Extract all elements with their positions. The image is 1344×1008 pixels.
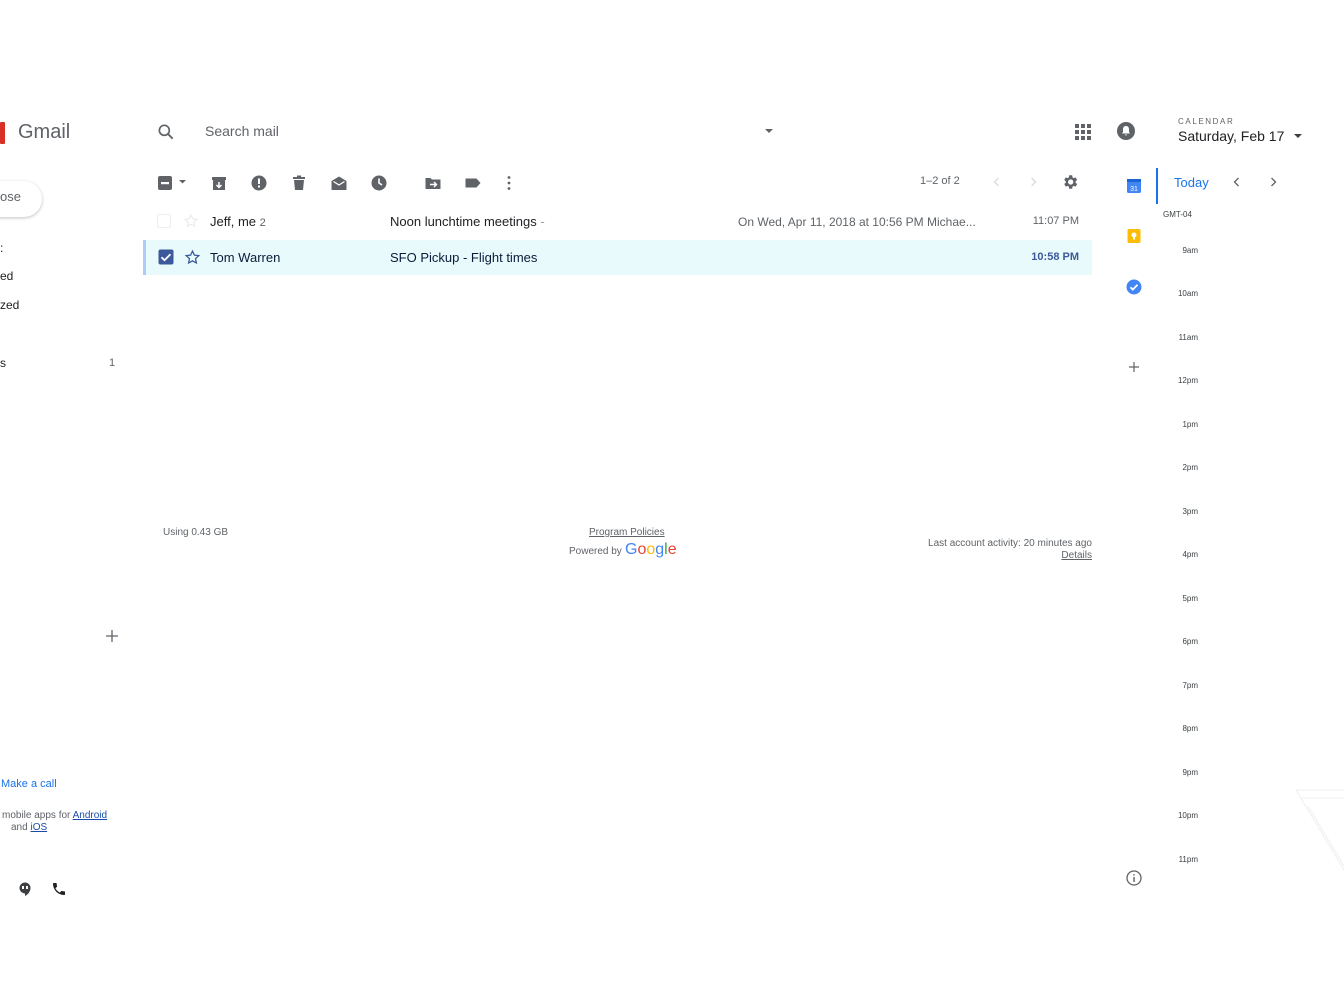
hour-label: 9am <box>1182 246 1198 255</box>
program-policies-link[interactable]: Program Policies <box>589 527 665 538</box>
email-row-2[interactable]: Tom Warren SFO Pickup - Flight times 10:… <box>143 240 1092 275</box>
email-row-1[interactable]: Jeff, me 2 Noon lunchtime meetings - On … <box>143 204 1092 239</box>
hour-label: 10am <box>1177 289 1198 298</box>
sender-name: Jeff, me 2 <box>210 214 266 229</box>
calendar-caption: CALENDAR <box>1178 117 1235 126</box>
apps-grid-icon[interactable] <box>1073 122 1093 142</box>
search-icon[interactable] <box>156 122 176 142</box>
mobile-apps-prefix: mobile apps for <box>2 810 71 821</box>
details-link[interactable]: Details <box>1032 550 1092 561</box>
sender-name: Tom Warren <box>210 250 281 265</box>
delete-icon[interactable] <box>290 174 308 192</box>
hour-label: 2pm <box>1182 463 1198 472</box>
subject-separator: - <box>459 250 471 265</box>
svg-text:31: 31 <box>1130 186 1138 193</box>
sender-names: Jeff, me <box>210 214 257 229</box>
google-letter: g <box>655 541 665 558</box>
email-time: 11:07 PM <box>1032 215 1079 227</box>
mark-as-read-icon[interactable] <box>330 174 348 192</box>
email-time: 10:58 PM <box>1031 251 1079 263</box>
hour-label: 11pm <box>1178 855 1198 864</box>
last-activity-text: Last account activity: 20 minutes ago <box>928 538 1092 549</box>
today-button[interactable]: Today <box>1174 175 1209 190</box>
search-input[interactable]: Search mail <box>205 123 279 139</box>
gmail-logo-text[interactable]: Gmail <box>18 121 70 144</box>
snooze-icon[interactable] <box>370 174 388 192</box>
google-logo: Google <box>625 541 677 559</box>
google-letter: e <box>667 541 677 558</box>
active-panel-indicator <box>1156 168 1158 204</box>
label-icon[interactable] <box>464 174 482 192</box>
subject-text: Noon lunchtime meetings <box>390 214 537 229</box>
ios-link[interactable]: iOS <box>30 822 47 833</box>
pagination-text: 1–2 of 2 <box>920 175 960 187</box>
google-letter: G <box>625 541 638 558</box>
google-letter: o <box>646 541 656 558</box>
previous-day-icon[interactable] <box>1231 176 1243 188</box>
star-icon[interactable] <box>184 249 201 266</box>
keep-icon[interactable] <box>1126 228 1142 244</box>
sidebar-item-4[interactable]: s <box>0 356 6 370</box>
row-checkbox-checked[interactable] <box>158 249 174 265</box>
move-to-icon[interactable] <box>424 174 442 192</box>
gmail-logo-mark[interactable] <box>0 122 5 144</box>
star-icon[interactable] <box>183 213 199 229</box>
mobile-apps-and: and <box>11 822 28 833</box>
hour-label: 10pm <box>1177 811 1198 820</box>
hour-label: 8pm <box>1182 724 1198 733</box>
timezone-label: GMT-04 <box>1163 210 1192 219</box>
mobile-apps-text: mobile apps for Android <box>2 810 107 822</box>
report-spam-icon[interactable] <box>250 174 268 192</box>
calendar-date-dropdown-icon[interactable] <box>1292 132 1304 140</box>
select-all-checkbox[interactable] <box>157 174 175 192</box>
compose-button-label[interactable]: ose <box>0 189 21 204</box>
hour-label: 12pm <box>1177 376 1198 385</box>
email-snippet: Flight times <box>470 250 538 265</box>
hour-label: 5pm <box>1182 594 1198 603</box>
mobile-apps-text-2: and iOS <box>11 822 47 834</box>
email-subject: SFO Pickup - Flight times <box>390 250 537 265</box>
subject-separator: - <box>540 214 545 229</box>
tasks-icon[interactable] <box>1126 279 1142 295</box>
calendar-date[interactable]: Saturday, Feb 17 <box>1178 128 1284 144</box>
email-snippet: On Wed, Apr 11, 2018 at 10:56 PM Michae.… <box>738 215 976 229</box>
hour-label: 9pm <box>1182 768 1198 777</box>
row-checkbox[interactable] <box>157 214 171 228</box>
settings-gear-icon[interactable] <box>1061 173 1079 191</box>
subject-text: SFO Pickup <box>390 250 460 265</box>
storage-usage: Using 0.43 GB <box>163 527 229 538</box>
more-options-icon[interactable] <box>500 174 518 192</box>
hour-label: 3pm <box>1182 507 1198 516</box>
make-call-link[interactable]: Make a call <box>1 778 57 790</box>
powered-by-text: Powered by <box>569 546 622 557</box>
sidebar-item-4-count: 1 <box>109 357 116 369</box>
add-label-icon[interactable] <box>104 628 120 644</box>
sidebar-item-3[interactable]: zed <box>0 298 19 312</box>
email-subject: Noon lunchtime meetings - <box>390 214 545 229</box>
hour-label: 7pm <box>1182 681 1198 690</box>
sidebar-item-1[interactable]: : <box>0 241 3 255</box>
notifications-icon[interactable] <box>1116 121 1136 141</box>
hour-label: 1pm <box>1182 420 1198 429</box>
archive-icon[interactable] <box>210 174 228 192</box>
decorative-outline <box>1290 780 1344 880</box>
search-options-icon[interactable] <box>763 127 775 135</box>
info-icon[interactable] <box>1125 869 1143 887</box>
newer-page-icon[interactable] <box>991 176 1003 188</box>
add-addon-icon[interactable] <box>1126 359 1142 375</box>
hour-label: 6pm <box>1182 637 1198 646</box>
older-page-icon[interactable] <box>1027 176 1039 188</box>
hangouts-icon[interactable] <box>17 881 33 897</box>
next-day-icon[interactable] <box>1267 176 1279 188</box>
sidebar-item-2[interactable]: ed <box>0 269 13 283</box>
hour-label: 4pm <box>1182 550 1198 559</box>
calendar-icon[interactable]: 31 <box>1126 178 1142 194</box>
select-dropdown-icon[interactable] <box>178 179 187 185</box>
phone-icon[interactable] <box>51 881 67 897</box>
android-link[interactable]: Android <box>73 810 107 821</box>
thread-count: 2 <box>259 217 266 229</box>
hour-label: 11am <box>1178 333 1198 342</box>
